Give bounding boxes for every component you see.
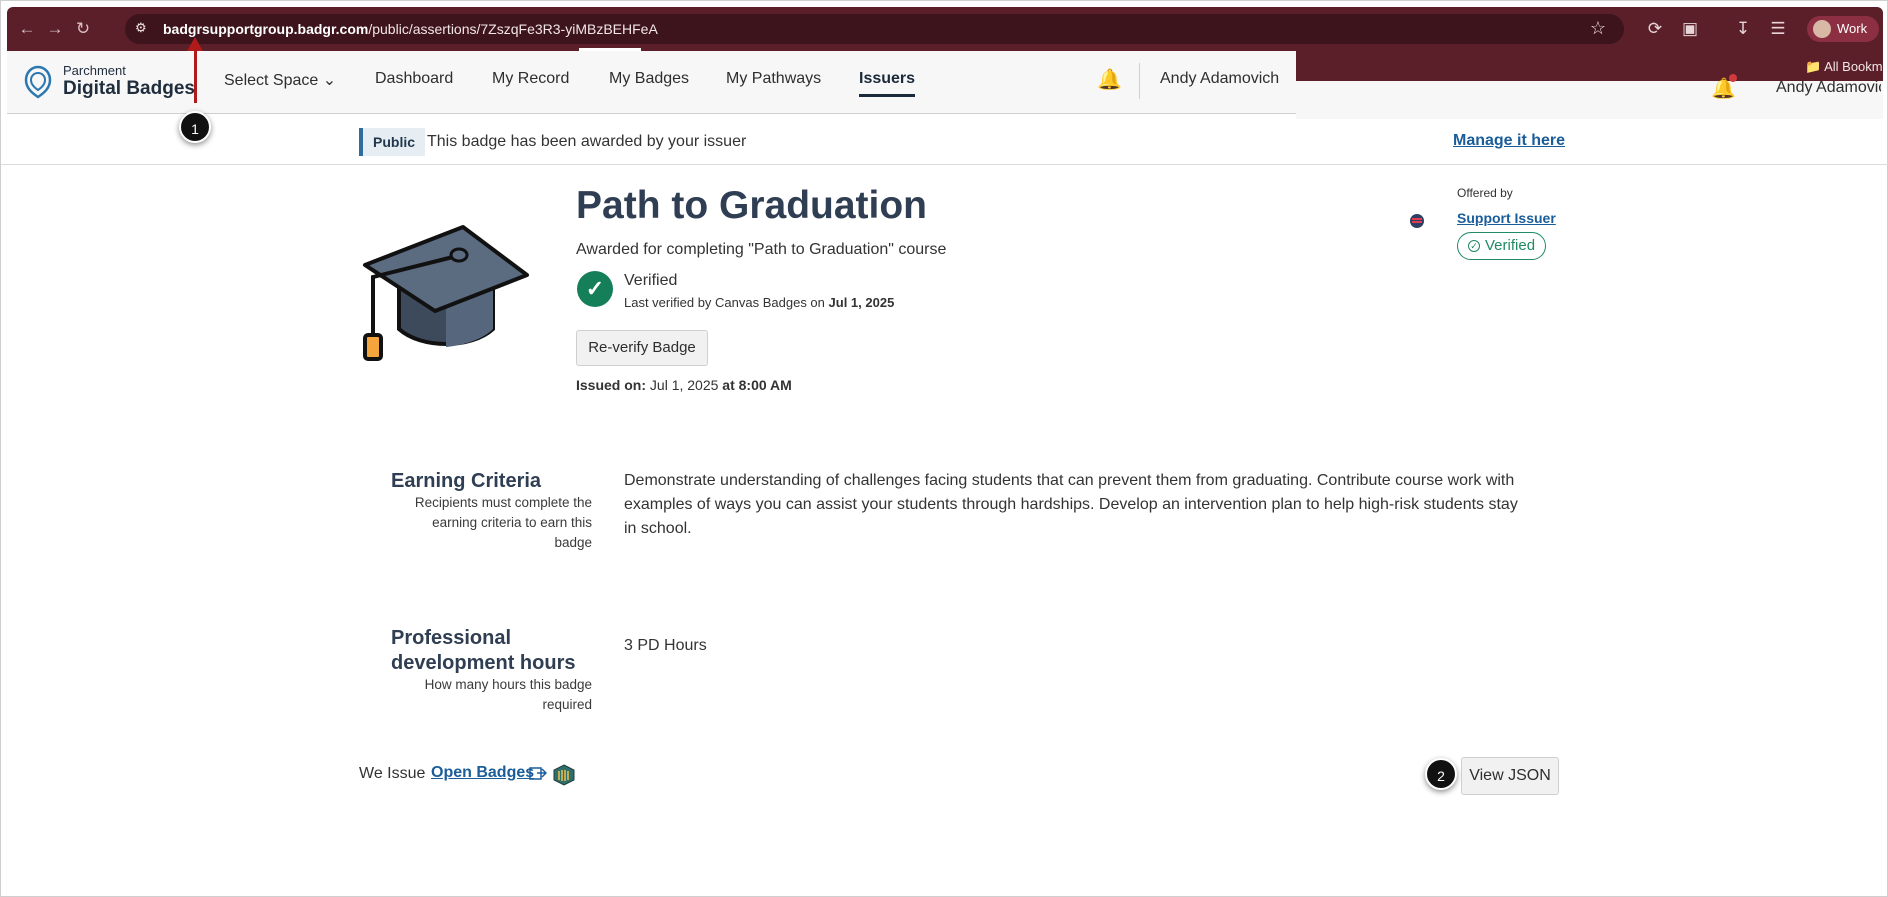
header-divider [1139, 63, 1140, 99]
issuer-verified-badge: ✓ Verified [1457, 232, 1547, 260]
reverify-badge-button[interactable]: Re-verify Badge [576, 330, 708, 366]
earning-criteria-help: Recipients must complete the earning cri… [414, 495, 592, 550]
nav-my-record[interactable]: My Record [492, 70, 569, 88]
notice-text: This badge has been awarded by your issu… [427, 133, 747, 150]
screenshot-frame: ← → ↻ ⚙ badgrsupportgroup.badgr.com/publ… [0, 0, 1888, 897]
issued-time: 8:00 AM [738, 377, 792, 393]
logo-mark-icon [24, 65, 52, 99]
callout-2: 2 [1425, 758, 1457, 790]
media-control-icon[interactable]: ☰ [1767, 19, 1789, 39]
pd-hours-body: 3 PD Hours [624, 637, 707, 654]
nav-my-pathways[interactable]: My Pathways [726, 70, 821, 88]
check-circle-icon: ✓ [1468, 240, 1480, 252]
back-icon[interactable]: ← [15, 17, 39, 41]
logo-big-text: Digital Badges [63, 78, 195, 99]
badge-description: Awarded for completing "Path to Graduati… [576, 241, 947, 258]
pd-hours-help: How many hours this badge required [424, 677, 592, 712]
verified-status: Verified [624, 272, 678, 289]
offered-by-label: Offered by [1457, 186, 1513, 200]
support-issuer-link[interactable]: Support Issuer [1457, 210, 1556, 226]
last-verified-prefix: Last verified by Canvas Badges on [624, 295, 825, 310]
public-notice-bar: Public This badge has been awarded by yo… [1, 123, 1888, 165]
extensions-puzzle-icon[interactable]: ▣ [1679, 19, 1701, 39]
annotation-arrow [194, 47, 197, 103]
nav-dashboard[interactable]: Dashboard [375, 70, 453, 88]
logo-small-text: Parchment [63, 63, 126, 78]
view-json-button[interactable]: View JSON [1461, 757, 1559, 795]
earning-criteria-title: Earning Criteria [391, 470, 542, 492]
select-space-label: Select Space [224, 72, 319, 89]
bookmark-star-icon[interactable]: ☆ [1590, 18, 1606, 39]
profile-button[interactable]: Work [1807, 16, 1879, 42]
verified-check-icon: ✓ [577, 271, 613, 307]
nav-issuers[interactable]: Issuers [859, 70, 916, 97]
issued-on-text: Issued on: Jul 1, 2025 at 8:00 AM [576, 377, 792, 393]
user-menu[interactable]: Andy Adamovich [1160, 70, 1279, 88]
nav-my-badges[interactable]: My Badges [609, 70, 689, 88]
issued-at-label: at [722, 377, 735, 393]
select-space-menu[interactable]: Select Space ⌄ [224, 70, 336, 90]
bookmarks-label: All Bookm [1824, 59, 1883, 74]
app-header: Parchment Digital Badges Select Space ⌄ … [7, 51, 1296, 114]
manage-it-here-link[interactable]: Manage it here [1453, 132, 1565, 150]
graduation-cap-badge-image [363, 225, 529, 361]
issued-label: Issued on: [576, 377, 647, 393]
public-tag: Public [359, 128, 426, 156]
profile-avatar [1813, 20, 1831, 38]
open-badges-link[interactable]: Open Badges [431, 764, 534, 782]
address-bar[interactable]: ⚙ badgrsupportgroup.badgr.com/public/ass… [125, 14, 1624, 44]
folder-icon: 📁 [1805, 59, 1822, 74]
reload-icon[interactable]: ↻ [71, 17, 95, 41]
badge-title: Path to Graduation [576, 184, 927, 227]
notification-dot [1729, 74, 1737, 82]
bell-icon[interactable]: 🔔 [1097, 67, 1122, 92]
user-menu-underlying[interactable]: Andy Adamovic [1776, 79, 1881, 97]
forward-icon[interactable]: → [43, 17, 67, 41]
issuer-logo-icon [1410, 214, 1424, 228]
download-icon[interactable]: ↧ [1732, 19, 1754, 39]
we-issue-label: We Issue [359, 765, 426, 782]
chevron-down-icon: ⌄ [322, 72, 337, 89]
earning-criteria-body: Demonstrate understanding of challenges … [624, 472, 1518, 537]
extension-icon[interactable]: ⟳ [1644, 19, 1666, 39]
last-verified-text: Last verified by Canvas Badges on Jul 1,… [624, 295, 894, 310]
profile-label: Work [1837, 21, 1868, 36]
issued-date: Jul 1, 2025 [649, 377, 719, 393]
issuer-verified-label: Verified [1485, 237, 1536, 254]
pd-hours-title: Professional development hours [391, 627, 576, 674]
open-badges-logo-icon [553, 764, 575, 786]
all-bookmarks[interactable]: 📁 All Bookm [1805, 59, 1883, 75]
url-text: badgrsupportgroup.badgr.com/public/asser… [163, 21, 658, 37]
external-link-icon [529, 767, 547, 780]
last-verified-date: Jul 1, 2025 [828, 295, 895, 310]
site-info-icon[interactable]: ⚙ [135, 20, 155, 38]
